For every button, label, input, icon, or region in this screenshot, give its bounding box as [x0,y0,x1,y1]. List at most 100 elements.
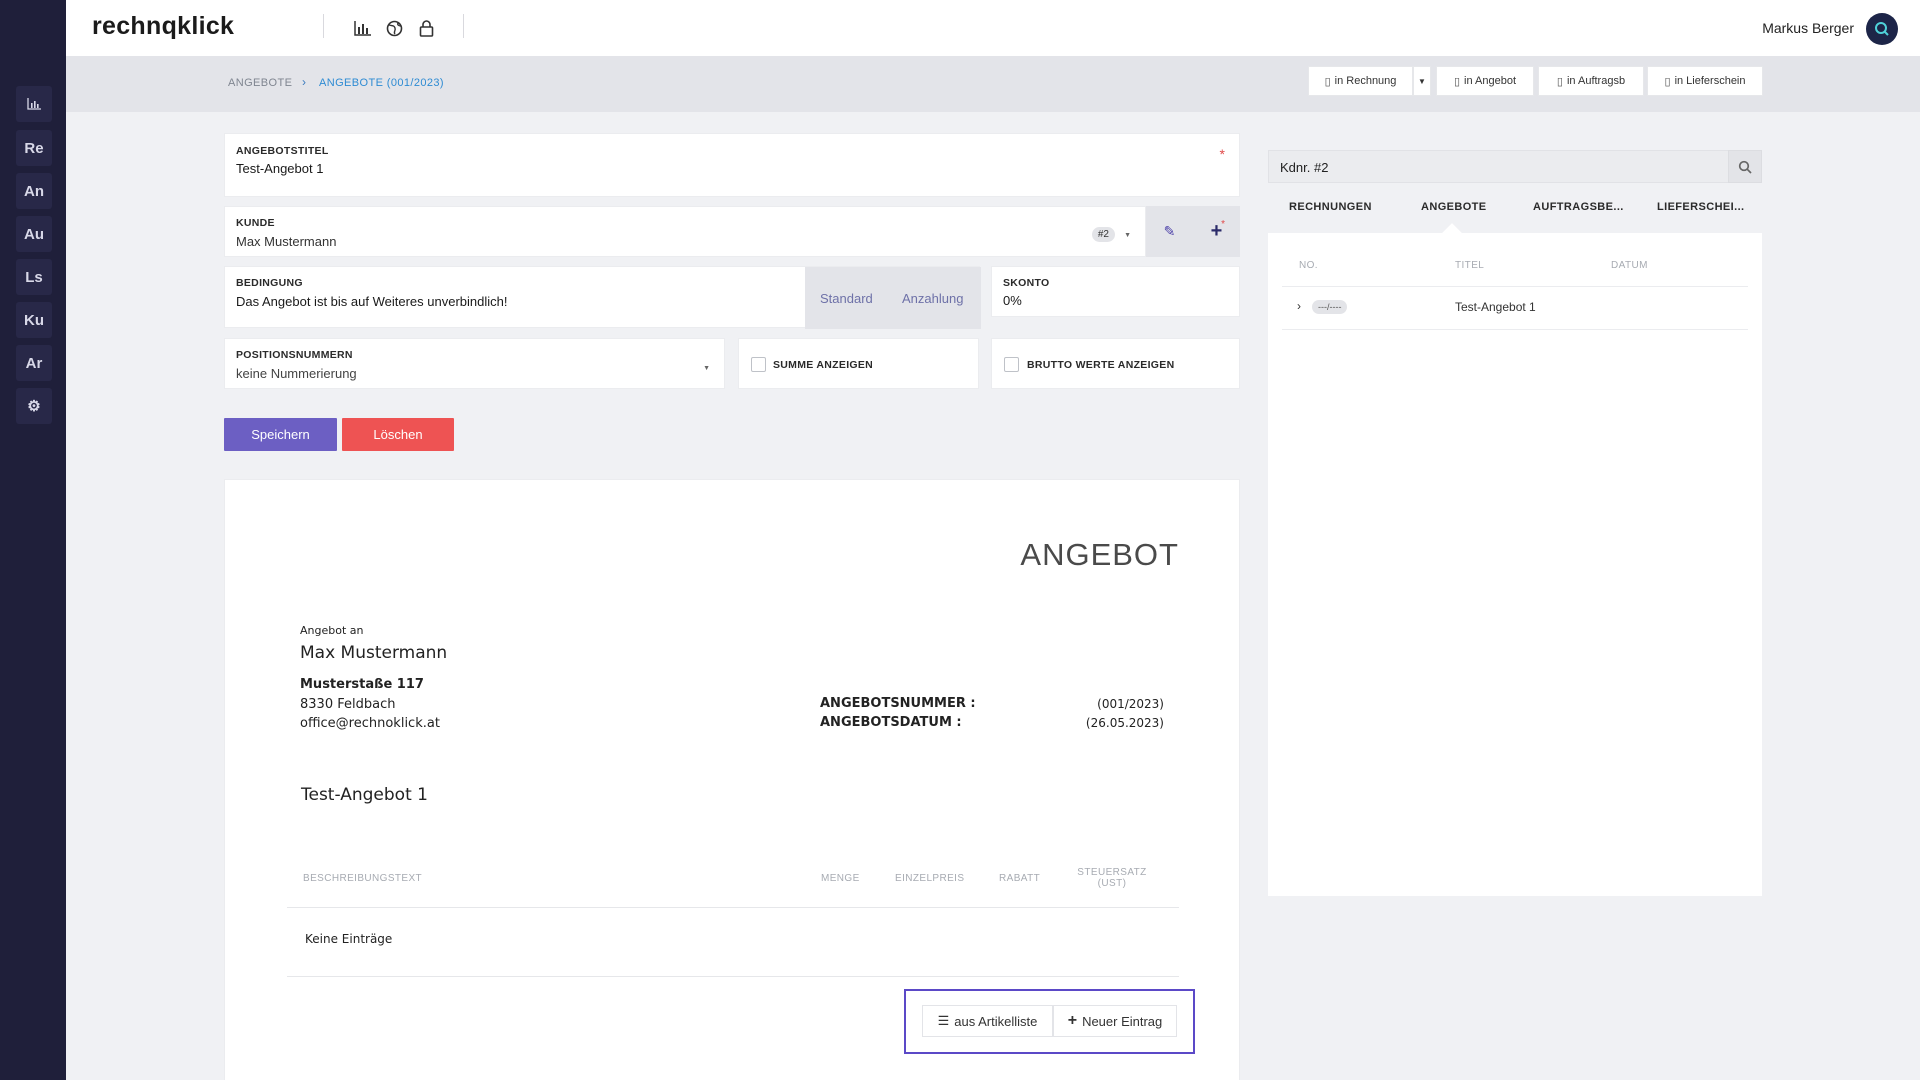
convert-to-lieferschein-label: in Lieferschein [1674,75,1746,87]
bedingung-field[interactable]: BEDINGUNG Das Angebot ist bis auf Weiter… [224,266,981,329]
document-icon: ▯ [1324,75,1331,88]
chevron-right-icon: › [302,75,306,89]
sidebar-item-artikel[interactable]: Ar [16,345,52,381]
gear-icon: ⚙ [27,398,41,415]
convert-to-auftrag-button[interactable]: ▯ in Auftragsb [1538,66,1644,96]
document-icon: ▯ [1556,75,1563,88]
breadcrumb-angebote[interactable]: ANGEBOTE [228,77,292,89]
from-article-list-label: aus Artikelliste [954,1013,1038,1029]
kunde-label: KUNDE [236,217,275,229]
angebotsnummer-label: ANGEBOTSNUMMER : [820,696,976,711]
column-header-tax-line1: STEUERSATZ [1077,867,1147,878]
angebotsnummer-value: (001/2023) [1097,697,1164,711]
tab-angebote[interactable]: ANGEBOTE [1421,201,1487,213]
document-number-badge: ---/---- [1312,300,1348,314]
recipient-name: Max Mustermann [300,643,448,663]
column-header-no: NO. [1299,260,1318,271]
sidebar-item-settings[interactable]: ⚙ [16,388,52,424]
positionsnummern-label: POSITIONSNUMMERN [236,349,353,361]
table-row[interactable]: › ---/---- Test-Angebot 1 [1282,287,1748,329]
column-header-unit-price: EINZELPREIS [895,873,965,884]
sidebar-item-auftraege[interactable]: Au [16,216,52,252]
save-button[interactable]: Speichern [224,418,337,451]
recipient-email: office@rechnoklick.at [300,716,440,731]
document-heading: ANGEBOT [1020,537,1179,572]
column-header-discount: RABATT [999,873,1041,884]
document-icon: ▯ [1453,75,1461,88]
document-icon: ▯ [1664,75,1671,88]
sidebar: Re An Au Ls Ku Ar ⚙ [0,0,66,1080]
sidebar-item-kunden[interactable]: Ku [16,302,52,338]
sidebar-item-lieferscheine[interactable]: Ls [16,259,52,295]
tab-lieferscheine[interactable]: LIEFERSCHEI... [1657,201,1745,213]
divider [463,14,464,38]
customer-search-input[interactable]: Kdnr. #2 [1280,160,1328,175]
list-icon: ☰ [937,1013,950,1028]
caret-down-icon: ▼ [703,365,710,372]
pencil-icon: ✎ [1163,223,1176,239]
search-button[interactable] [1728,150,1762,183]
kunde-select[interactable]: KUNDE Max Mustermann #2 ▼ [224,206,1146,257]
convert-to-lieferschein-button[interactable]: ▯ in Lieferschein [1647,66,1763,96]
skonto-input[interactable]: 0% [1003,293,1022,308]
lock-icon[interactable] [415,17,437,39]
document-title-cell: Test-Angebot 1 [1455,300,1536,314]
recipient-street: Musterstaße 117 [300,677,424,692]
caret-down-icon: ▼ [1418,76,1426,86]
angebotstitel-field[interactable]: ANGEBOTSTITEL Test-Angebot 1 * [224,133,1240,197]
required-dot-icon: * [1221,219,1225,230]
brutto-werte-option[interactable]: BRUTTO WERTE ANZEIGEN [991,338,1240,389]
breadcrumb-current: ANGEBOTE (001/2023) [319,77,444,89]
column-header-quantity: MENGE [821,873,860,884]
add-kunde-button[interactable]: + * [1193,206,1240,257]
edit-kunde-button[interactable]: ✎ [1146,206,1193,257]
kunde-badge: #2 [1091,227,1115,242]
new-entry-button[interactable]: + Neuer Eintrag [1053,1005,1177,1037]
column-header-description: BESCHREIBUNGSTEXT [303,873,423,884]
bar-chart-icon[interactable] [351,17,373,39]
convert-to-rechnung-button[interactable]: ▯ in Rechnung [1308,66,1413,96]
kunde-value[interactable]: Max Mustermann [236,234,336,249]
user-name[interactable]: Markus Berger [1762,20,1854,36]
brutto-werte-checkbox[interactable] [1004,357,1019,372]
bedingung-input[interactable]: Das Angebot ist bis auf Weiteres unverbi… [236,294,507,309]
brutto-werte-label: BRUTTO WERTE ANZEIGEN [1027,359,1175,371]
positionsnummern-select[interactable]: POSITIONSNUMMERN keine Nummerierung ▼ [224,338,725,389]
avatar[interactable] [1866,13,1898,45]
user-search-icon [1875,22,1889,36]
globe-icon[interactable] [383,17,405,39]
from-article-list-button[interactable]: ☰ aus Artikelliste [922,1005,1053,1037]
summe-anzeigen-label: SUMME ANZEIGEN [773,359,874,371]
active-tab-indicator [1442,223,1462,243]
sidebar-item-rechnungen[interactable]: Re [16,130,52,166]
delete-button[interactable]: Löschen [342,418,454,451]
convert-to-auftrag-label: in Auftragsb [1566,75,1626,87]
expand-chevron-icon[interactable]: › [1297,299,1301,313]
search-icon [1738,160,1752,174]
sidebar-item-angebote[interactable]: An [16,173,52,209]
bedingung-standard-button[interactable]: Standard [820,291,873,306]
divider [287,907,1179,908]
skonto-field[interactable]: SKONTO 0% [991,266,1240,317]
plus-icon: + [1067,1012,1078,1029]
related-documents-panel: NO. TITEL DATUM › ---/---- Test-Angebot … [1268,223,1762,896]
convert-to-rechnung-label: in Rechnung [1334,75,1397,87]
column-header-tax-line2: (UST) [1097,878,1127,889]
tab-auftragsbestaetigungen[interactable]: AUFTRAGSBE... [1533,201,1624,213]
customer-search-field[interactable]: Kdnr. #2 [1268,150,1762,183]
bedingung-anzahlung-button[interactable]: Anzahlung [902,291,963,306]
angebotstitel-input[interactable]: Test-Angebot 1 [236,161,323,176]
positionsnummern-value[interactable]: keine Nummerierung [236,366,357,381]
column-header-date: DATUM [1611,260,1648,271]
angebotstitel-label: ANGEBOTSTITEL [236,145,329,157]
convert-dropdown-button[interactable]: ▼ [1413,66,1431,96]
summe-anzeigen-option[interactable]: SUMME ANZEIGEN [738,338,979,389]
summe-anzeigen-checkbox[interactable] [751,357,766,372]
recipient-city: 8330 Feldbach [300,697,396,712]
column-header-tax: STEUERSATZ (UST) [1072,867,1152,889]
tab-rechnungen[interactable]: RECHNUNGEN [1289,201,1372,213]
app-logo[interactable]: rechnqklick [92,12,234,41]
empty-entries-text: Keine Einträge [305,932,393,946]
convert-to-angebot-button[interactable]: ▯ in Angebot [1436,66,1534,96]
sidebar-item-dashboard[interactable] [16,86,52,122]
